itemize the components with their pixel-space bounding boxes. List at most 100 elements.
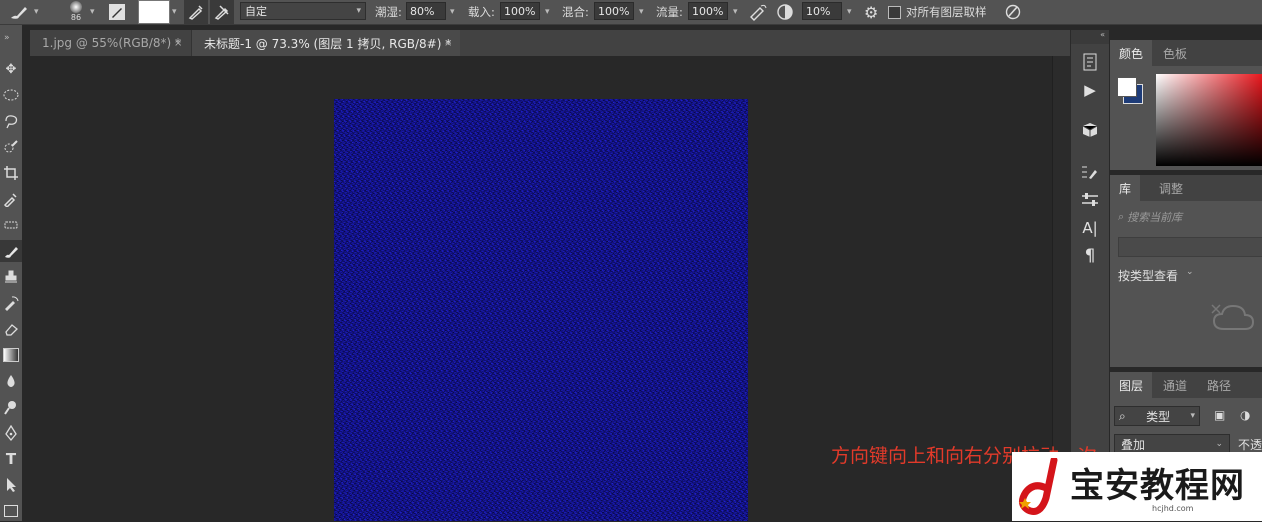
load-chevron-icon[interactable]: ▾ — [545, 0, 550, 24]
pressure-icon[interactable] — [1004, 0, 1026, 24]
lasso-tool-icon[interactable] — [0, 110, 22, 132]
tab-label: 1.jpg @ 55%(RGB/8*) * — [42, 36, 182, 50]
tab-document-2[interactable]: 未标题-1 @ 73.3% (图层 1 拷贝, RGB/8#) * × — [192, 30, 460, 56]
sample-all-layers-checkbox[interactable] — [888, 0, 902, 24]
flow-label: 流量: — [656, 5, 683, 19]
gradient-tool-icon[interactable] — [0, 344, 22, 366]
brush-tool-icon[interactable] — [8, 0, 30, 24]
angle-value-field[interactable]: 10% — [802, 2, 842, 20]
brush-tip-icon — [70, 1, 82, 13]
chevron-down-icon: ⌄ — [1186, 267, 1194, 277]
clean-brush-icon[interactable] — [210, 0, 234, 24]
history-panel-icon[interactable] — [1071, 50, 1109, 74]
layer-filter-value: 类型 — [1146, 409, 1171, 424]
close-icon[interactable]: × — [174, 38, 182, 49]
search-icon: ⌕ — [1119, 408, 1126, 423]
libraries-panel-tabs: 库 调整 — [1110, 175, 1262, 201]
move-tool-icon[interactable]: ✥ — [0, 58, 22, 80]
tab-swatches[interactable]: 色板 — [1154, 40, 1196, 66]
creative-cloud-icon — [1210, 303, 1256, 336]
adjustment-filter-icon[interactable]: ◑ — [1240, 408, 1250, 422]
brush-size-value: 86 — [70, 13, 82, 22]
angle-chevron-icon[interactable]: ▾ — [847, 0, 852, 24]
crop-tool-icon[interactable] — [0, 162, 22, 184]
chevron-down-icon: ▾ — [1190, 411, 1195, 421]
toolbar-header: » — [0, 25, 22, 56]
watermark-logo: 宝安教程网 hcjhd.com — [1012, 452, 1262, 521]
foreground-color-swatch[interactable] — [1117, 77, 1137, 97]
character-icon[interactable]: A| — [1071, 216, 1109, 240]
options-bar: ▾ 86 ▾ ▾ 自定 ▾ 潮湿: 80% ▾ 载入: 100% ▾ 混合: 1… — [0, 0, 1262, 25]
blend-preset-select[interactable]: 自定 ▾ — [240, 2, 366, 20]
collapse-toolbar-icon[interactable]: » — [4, 33, 10, 43]
library-search-placeholder: 搜索当前库 — [1127, 211, 1183, 224]
load-value-field[interactable]: 100% — [500, 2, 540, 20]
3d-cube-icon[interactable] — [1071, 118, 1109, 142]
blend-mode-value: 叠加 — [1121, 437, 1146, 452]
eraser-tool-icon[interactable] — [0, 318, 22, 340]
library-select[interactable] — [1118, 237, 1262, 257]
tab-adjustments[interactable]: 调整 — [1150, 175, 1192, 201]
load-brush-icon[interactable] — [184, 0, 208, 24]
document-canvas[interactable] — [334, 99, 748, 521]
clone-stamp-tool-icon[interactable] — [0, 266, 22, 288]
blend-mode-select[interactable]: 叠加 ⌄ — [1114, 434, 1230, 454]
properties-sliders-icon[interactable] — [1071, 188, 1109, 212]
load-swatch-chevron-icon[interactable]: ▾ — [172, 0, 177, 24]
gear-icon[interactable]: ⚙ — [864, 0, 878, 24]
sample-all-layers-label: 对所有图层取样 — [906, 5, 987, 19]
watermark-title: 宝安教程网 — [1070, 466, 1245, 506]
mix-chevron-icon[interactable]: ▾ — [639, 0, 644, 24]
path-selection-tool-icon[interactable] — [0, 474, 22, 496]
tab-document-1[interactable]: 1.jpg @ 55%(RGB/8*) * × — [30, 30, 192, 56]
play-actions-icon[interactable]: ▶ — [1071, 78, 1109, 102]
layer-opacity-label: 不透 — [1238, 438, 1262, 452]
view-by-type-label: 按类型查看 — [1118, 269, 1179, 283]
chevron-down-icon: ⌄ — [1215, 439, 1223, 449]
pen-tool-icon[interactable] — [0, 422, 22, 444]
angle-icon[interactable] — [776, 0, 798, 24]
view-by-type-dropdown[interactable]: 按类型查看 ⌄ — [1118, 267, 1194, 284]
wet-value-field[interactable]: 80% — [406, 2, 446, 20]
library-search[interactable]: ⌕ 搜索当前库 — [1118, 209, 1182, 225]
layer-filter-select[interactable]: ⌕ 类型 ▾ — [1114, 406, 1200, 426]
tab-layers[interactable]: 图层 — [1110, 372, 1153, 398]
brush-settings-panel-icon[interactable] — [108, 0, 128, 24]
marquee-tool-icon[interactable] — [0, 84, 22, 106]
dodge-tool-icon[interactable] — [0, 396, 22, 418]
tab-libraries[interactable]: 库 — [1110, 175, 1141, 201]
airbrush-icon[interactable] — [748, 0, 770, 24]
load-label: 载入: — [468, 5, 495, 19]
expand-panels-icon[interactable]: « — [1100, 30, 1105, 39]
color-picker-field[interactable] — [1156, 74, 1262, 166]
tab-paths[interactable]: 路径 — [1198, 372, 1240, 398]
image-filter-icon[interactable]: ▣ — [1214, 408, 1225, 422]
tab-channels[interactable]: 通道 — [1154, 372, 1196, 398]
wet-chevron-icon[interactable]: ▾ — [450, 0, 455, 24]
rectangle-tool-icon[interactable] — [0, 500, 22, 522]
mixer-brush-tool-icon[interactable] — [0, 240, 22, 262]
quick-selection-tool-icon[interactable] — [0, 136, 22, 158]
blur-tool-icon[interactable] — [0, 370, 22, 392]
mix-value-field[interactable]: 100% — [594, 2, 634, 20]
tool-preset-chevron-icon[interactable]: ▾ — [34, 0, 39, 24]
brush-settings-icon[interactable] — [1071, 160, 1109, 184]
healing-brush-tool-icon[interactable] — [0, 214, 22, 236]
history-brush-tool-icon[interactable] — [0, 292, 22, 314]
brush-preset-picker[interactable]: 86 — [64, 0, 88, 24]
brush-picker-chevron-icon[interactable]: ▾ — [90, 0, 95, 24]
flow-chevron-icon[interactable]: ▾ — [733, 0, 738, 24]
type-tool-icon[interactable]: T — [0, 448, 22, 470]
chevron-down-icon: ▾ — [356, 6, 361, 16]
color-panel-tabs: 颜色 色板 — [1110, 40, 1262, 66]
tab-color[interactable]: 颜色 — [1110, 40, 1153, 66]
close-icon[interactable]: × — [444, 38, 452, 49]
current-brush-load-swatch[interactable] — [138, 0, 170, 24]
eyedropper-tool-icon[interactable] — [0, 188, 22, 210]
blend-preset-value: 自定 — [245, 5, 267, 18]
tools-panel: ✥ T — [0, 56, 22, 521]
color-panel: 颜色 色板 — [1110, 40, 1262, 170]
paragraph-icon[interactable]: ¶ — [1071, 244, 1109, 268]
flow-value-field[interactable]: 100% — [688, 2, 728, 20]
watermark-url: hcjhd.com — [1152, 504, 1194, 513]
